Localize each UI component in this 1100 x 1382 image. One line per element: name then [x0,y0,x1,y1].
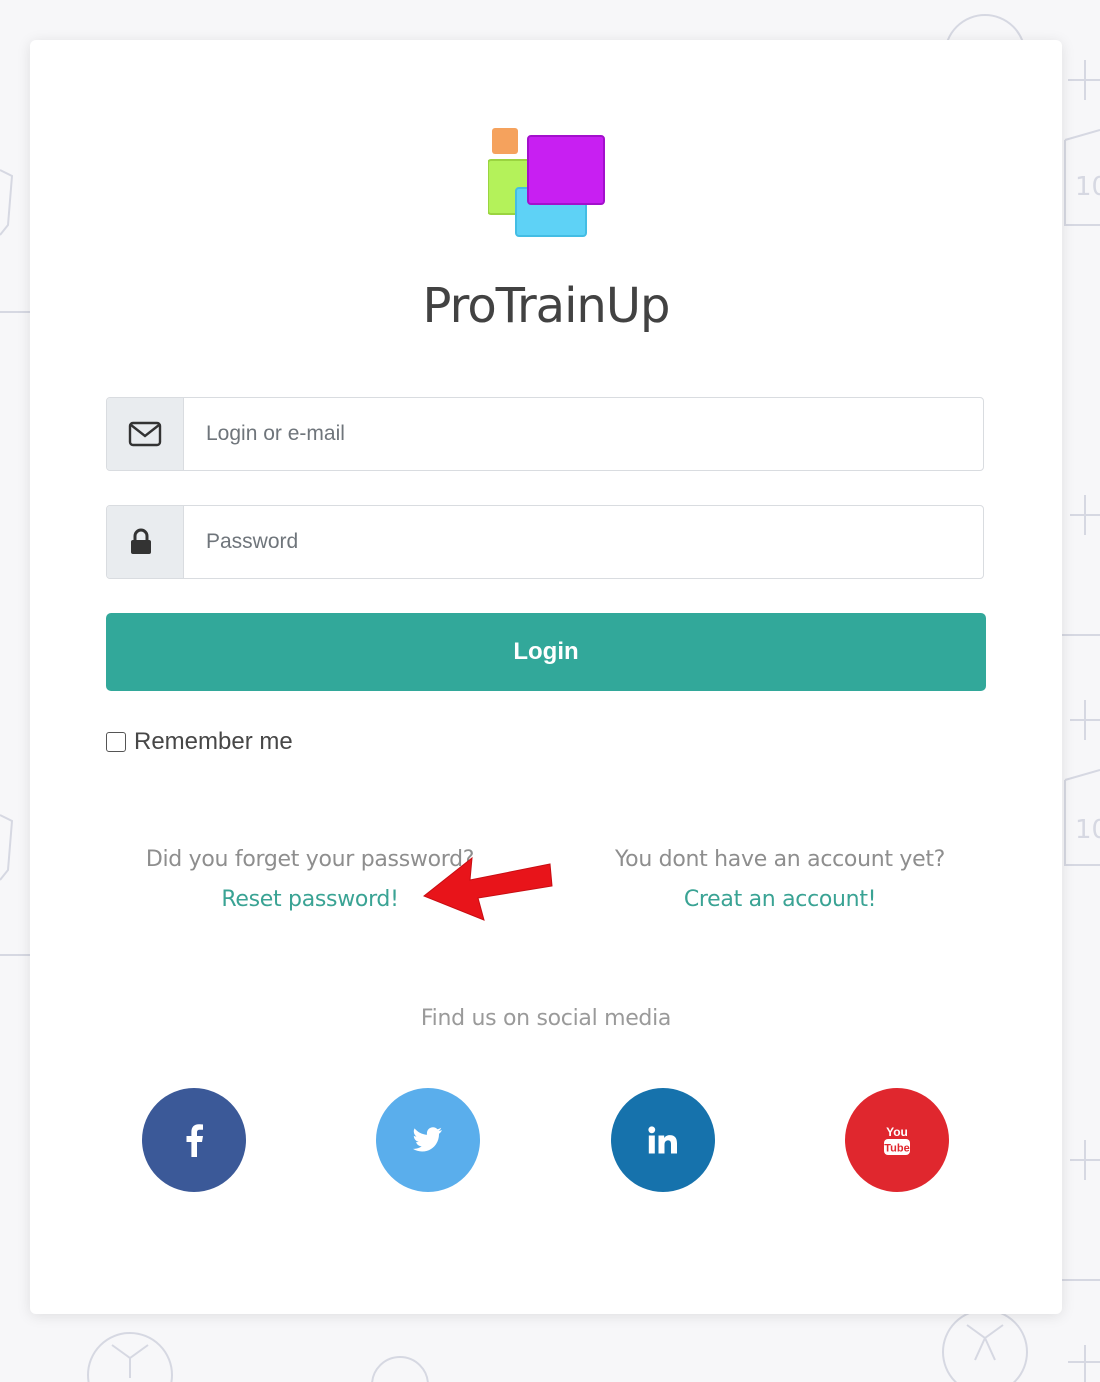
login-card: ProTrainUp Login Remember me Did you for… [30,40,1062,1314]
envelope-icon [128,421,162,447]
twitter-icon [413,1127,442,1152]
remember-me-label: Remember me [134,728,293,755]
no-account-question: You dont have an account yet? [614,847,946,872]
svg-text:Tube: Tube [884,1143,909,1155]
svg-text:10: 10 [1075,815,1100,845]
email-addon [107,398,184,470]
protrainup-logo [488,128,605,237]
svg-text:You: You [886,1125,908,1139]
social-media-title: Find us on social media [420,1006,672,1031]
brand-title: ProTrainUp [422,278,671,334]
twitter-button[interactable] [376,1088,480,1192]
annotation-arrow [423,856,553,921]
login-button[interactable]: Login [106,613,986,691]
facebook-icon [186,1124,203,1157]
password-input-group [106,505,984,579]
youtube-icon: You Tube [884,1125,910,1155]
svg-text:10: 10 [1075,172,1100,202]
password-addon [107,506,184,578]
remember-me-checkbox[interactable] [106,732,126,752]
create-account-section: You dont have an account yet? Creat an a… [590,840,970,920]
facebook-button[interactable] [142,1088,246,1192]
email-field[interactable] [184,398,983,470]
lock-icon [131,528,151,554]
linkedin-button[interactable] [611,1088,715,1192]
email-input-group [106,397,984,471]
linkedin-icon [648,1126,677,1154]
youtube-button[interactable]: You Tube [845,1088,949,1192]
password-field[interactable] [184,506,983,578]
create-account-link[interactable]: Creat an account! [590,880,970,920]
remember-me[interactable]: Remember me [106,728,293,756]
